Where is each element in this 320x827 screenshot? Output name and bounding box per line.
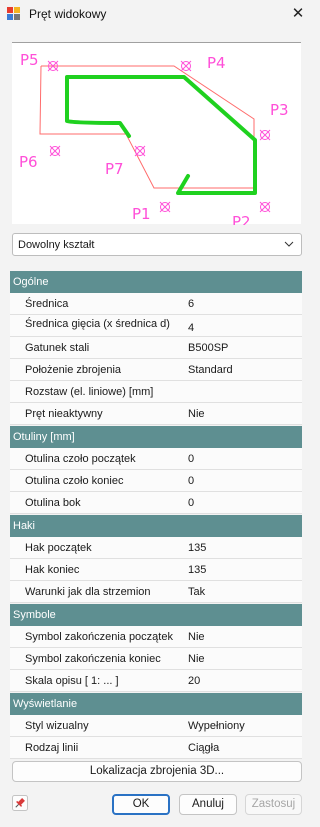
property-value[interactable]: Ciągła: [188, 741, 219, 755]
property-value[interactable]: Standard: [188, 363, 233, 377]
property-value[interactable]: 20: [188, 674, 200, 688]
property-label: Rodzaj linii: [25, 742, 79, 754]
property-label: Warunki jak dla strzemion: [25, 586, 151, 598]
property-value[interactable]: Nie: [188, 407, 205, 421]
rebar-drawing: P1 P2 P3 P4 P5 P6 P7: [19, 51, 289, 225]
property-row[interactable]: Pręt nieaktywny Nie: [10, 403, 302, 425]
label-p4: P4: [207, 54, 226, 72]
group-header-covers[interactable]: Otuliny [mm]: [10, 426, 302, 448]
property-value[interactable]: 135: [188, 541, 206, 555]
property-label: Hak koniec: [25, 564, 80, 576]
group-header-display[interactable]: Wyświetlanie: [10, 693, 302, 715]
property-row[interactable]: Warunki jak dla strzemion Tak: [10, 581, 302, 603]
property-label: Średnica: [25, 298, 69, 310]
property-label: Średnica gięcia (x średnica d): [25, 318, 170, 330]
property-label: Rozstaw (el. liniowe) [mm]: [25, 386, 154, 398]
marker-p6: [49, 145, 61, 157]
property-label: Symbol zakończenia początek: [25, 631, 173, 643]
location-3d-button[interactable]: Lokalizacja zbrojenia 3D...: [12, 761, 302, 782]
property-row[interactable]: Styl wizualny Wypełniony: [10, 715, 302, 737]
group-header-symbols[interactable]: Symbole: [10, 604, 302, 626]
close-icon[interactable]: ✕: [283, 0, 313, 28]
property-row[interactable]: Rodzaj linii Ciągła: [10, 737, 302, 759]
property-label: Skala opisu [ 1: ... ]: [25, 675, 119, 687]
shape-outline: [39, 65, 255, 189]
marker-p7: [134, 145, 146, 157]
ok-button[interactable]: OK: [112, 794, 170, 815]
property-row[interactable]: Położenie zbrojenia Standard: [10, 359, 302, 381]
label-p6: P6: [19, 153, 38, 171]
property-value[interactable]: Nie: [188, 652, 205, 666]
property-value[interactable]: 4: [188, 321, 194, 335]
property-value[interactable]: 6: [188, 297, 194, 311]
apply-button[interactable]: Zastosuj: [245, 794, 302, 815]
group-header-general[interactable]: Ogólne: [10, 271, 302, 293]
marker-p2: [259, 201, 271, 213]
rebar-line: [65, 75, 257, 195]
shape-select-value: Dowolny kształt: [18, 239, 95, 251]
property-grid: Ogólne Średnica 6 Średnica gięcia (x śred…: [10, 270, 302, 759]
group-header-hooks[interactable]: Haki: [10, 515, 302, 537]
property-value[interactable]: 0: [188, 452, 194, 466]
marker-p3: [259, 129, 271, 141]
property-row[interactable]: Otulina bok 0: [10, 492, 302, 514]
property-value[interactable]: 0: [188, 496, 194, 510]
property-row[interactable]: Otulina czoło koniec 0: [10, 470, 302, 492]
property-value[interactable]: Tak: [188, 585, 205, 599]
app-icon: [7, 7, 20, 20]
chevron-down-icon: [284, 241, 294, 247]
property-label: Pręt nieaktywny: [25, 408, 103, 420]
title-bar: Pręt widokowy ✕: [0, 0, 313, 28]
rebar-preview: P1 P2 P3 P4 P5 P6 P7: [12, 42, 301, 225]
property-row[interactable]: Średnica 6: [10, 293, 302, 315]
property-row[interactable]: Skala opisu [ 1: ... ] 20: [10, 670, 302, 692]
property-row[interactable]: Średnica gięcia (x średnica d) 4: [10, 315, 302, 337]
property-row[interactable]: Symbol zakończenia początek Nie: [10, 626, 302, 648]
property-row[interactable]: Hak koniec 135: [10, 559, 302, 581]
property-label: Styl wizualny: [25, 720, 89, 732]
shape-select[interactable]: Dowolny kształt: [12, 233, 302, 256]
property-value[interactable]: Wypełniony: [188, 719, 245, 733]
property-value[interactable]: 135: [188, 563, 206, 577]
property-label: Otulina bok: [25, 497, 81, 509]
label-p1: P1: [132, 205, 151, 223]
pin-icon[interactable]: [12, 795, 28, 811]
property-row[interactable]: Otulina czoło początek 0: [10, 448, 302, 470]
marker-p1: [159, 201, 171, 213]
property-label: Położenie zbrojenia: [25, 364, 122, 376]
property-row[interactable]: Gatunek stali B500SP: [10, 337, 302, 359]
property-label: Hak początek: [25, 542, 92, 554]
label-p2: P2: [232, 213, 251, 225]
cancel-button[interactable]: Anuluj: [179, 794, 237, 815]
property-row[interactable]: Symbol zakończenia koniec Nie: [10, 648, 302, 670]
window-title: Pręt widokowy: [29, 7, 107, 21]
property-value[interactable]: 0: [188, 474, 194, 488]
label-p7: P7: [105, 160, 124, 178]
label-p3: P3: [270, 101, 289, 119]
property-label: Gatunek stali: [25, 342, 90, 354]
property-row[interactable]: Hak początek 135: [10, 537, 302, 559]
property-value[interactable]: Nie: [188, 630, 205, 644]
property-label: Otulina czoło początek: [25, 453, 136, 465]
property-row[interactable]: Rozstaw (el. liniowe) [mm]: [10, 381, 302, 403]
property-label: Symbol zakończenia koniec: [25, 653, 161, 665]
property-label: Otulina czoło koniec: [25, 475, 124, 487]
label-p5: P5: [20, 51, 39, 69]
property-value[interactable]: B500SP: [188, 341, 228, 355]
marker-p4: [180, 60, 192, 72]
